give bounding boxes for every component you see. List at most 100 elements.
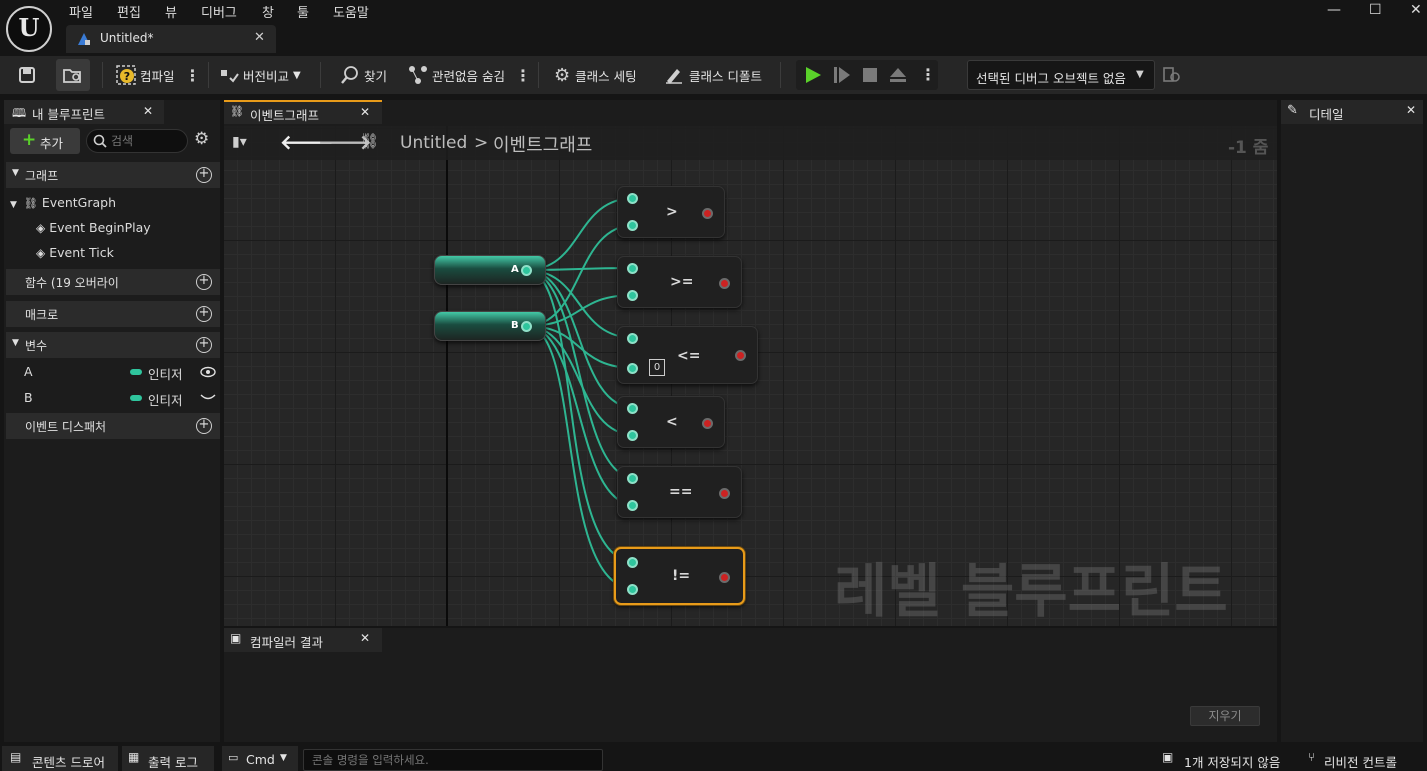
variable-row-a[interactable]: A 인티저	[24, 364, 220, 382]
variable-row-b[interactable]: B 인티저	[24, 390, 220, 408]
variable-node-b[interactable]: B	[434, 311, 546, 341]
not-equal-node[interactable]: !=	[614, 547, 745, 605]
add-macro-icon[interactable]: +	[196, 306, 212, 322]
close-icon[interactable]: ✕	[143, 104, 153, 118]
output-pin[interactable]	[719, 488, 730, 499]
add-dispatcher-icon[interactable]: +	[196, 418, 212, 434]
input-pin[interactable]	[627, 557, 638, 568]
macros-section-header[interactable]: 매크로 +	[6, 301, 220, 327]
input-pin[interactable]	[627, 403, 638, 414]
functions-section-header[interactable]: 함수 (19 오버라이 +	[6, 269, 220, 295]
class-defaults-button[interactable]: 클래스 디폴트	[664, 56, 762, 94]
menu-debug[interactable]: 디버그	[201, 2, 237, 21]
event-graph-item[interactable]: ▼ ⛓ EventGraph	[10, 195, 116, 210]
stop-icon[interactable]	[862, 67, 878, 83]
document-tab[interactable]: Untitled* ✕	[66, 25, 276, 53]
unsaved-indicator[interactable]: ▣ 1개 저장되지 않음	[1160, 746, 1290, 771]
compile-options-icon[interactable]: ⋮	[185, 66, 201, 85]
console-input[interactable]	[303, 749, 603, 771]
compiler-results-tab[interactable]: ▣ 컴파일러 결과 ✕	[224, 628, 382, 652]
menu-file[interactable]: 파일	[69, 2, 93, 21]
dispatchers-section-header[interactable]: 이벤트 디스패처 +	[6, 413, 220, 439]
my-blueprint-tab[interactable]: 🕮 내 블루프린트 ✕	[4, 100, 164, 124]
menu-view[interactable]: 뷰	[165, 2, 177, 21]
close-icon[interactable]: ✕	[1406, 103, 1416, 117]
add-graph-icon[interactable]: +	[196, 167, 212, 183]
event-tick-item[interactable]: ◈ Event Tick	[36, 245, 114, 260]
add-function-icon[interactable]: +	[196, 274, 212, 290]
add-variable-icon[interactable]: +	[196, 337, 212, 353]
output-pin[interactable]	[719, 278, 730, 289]
content-drawer-button[interactable]: ▤ 콘텐츠 드로어	[2, 746, 118, 771]
output-pin[interactable]	[702, 418, 713, 429]
step-icon[interactable]	[833, 66, 851, 84]
bookmark-icon[interactable]: ▮▾	[232, 134, 247, 150]
menu-tools[interactable]: 툴	[297, 2, 309, 21]
equal-node[interactable]: ==	[617, 466, 742, 518]
clear-button[interactable]: 지우기	[1190, 706, 1260, 726]
input-pin[interactable]	[627, 333, 638, 344]
event-graph-tab[interactable]: ⛓ 이벤트그래프 ✕	[224, 100, 382, 124]
input-pin[interactable]	[627, 263, 638, 274]
input-pin[interactable]	[627, 584, 638, 595]
output-log-button[interactable]: ▦ 출력 로그	[122, 746, 214, 771]
input-pin[interactable]	[627, 500, 638, 511]
class-settings-button[interactable]: ⚙ 클래스 세팅	[554, 56, 637, 94]
breadcrumb-root[interactable]: Untitled	[400, 133, 467, 153]
input-pin[interactable]	[627, 473, 638, 484]
less-node[interactable]: <	[617, 396, 725, 448]
output-pin[interactable]	[702, 208, 713, 219]
unreal-logo-icon[interactable]: U	[6, 6, 52, 52]
output-pin[interactable]	[521, 265, 532, 276]
input-pin[interactable]	[627, 193, 638, 204]
close-icon[interactable]: ✕	[254, 30, 265, 45]
cmd-select[interactable]: ▭ Cmd ▼	[222, 746, 298, 771]
menu-edit[interactable]: 편집	[117, 2, 141, 21]
play-icon[interactable]	[804, 66, 822, 84]
variable-node-a[interactable]: A	[434, 255, 546, 285]
greater-equal-node[interactable]: >=	[617, 256, 742, 308]
greater-node[interactable]: >	[617, 186, 725, 238]
graph-canvas[interactable]: A B > >= 0 <= < == != 레벨 블루프린트	[224, 126, 1277, 626]
event-beginplay-item[interactable]: ◈ Event BeginPlay	[36, 220, 151, 235]
default-value-box[interactable]: 0	[649, 359, 665, 376]
find-button[interactable]: 찾기	[340, 56, 387, 94]
search-field[interactable]	[86, 129, 188, 153]
variable-name: B	[24, 390, 33, 405]
output-pin[interactable]	[735, 350, 746, 361]
maximize-icon[interactable]: ☐	[1369, 2, 1382, 18]
close-window-icon[interactable]: ✕	[1410, 2, 1422, 18]
add-button[interactable]: + 추가	[10, 128, 80, 154]
save-button[interactable]	[18, 56, 36, 94]
menu-help[interactable]: 도움말	[333, 2, 369, 21]
menu-window[interactable]: 창	[262, 2, 274, 21]
revision-control-button[interactable]: ⑂ 리비전 컨트롤	[1306, 746, 1427, 771]
minimize-icon[interactable]: —	[1327, 2, 1341, 18]
browse-button[interactable]	[56, 59, 90, 91]
play-options-icon[interactable]: ⋮	[920, 65, 936, 84]
eye-closed-icon[interactable]	[200, 392, 216, 404]
graphs-section-header[interactable]: ▼ 그래프 +	[6, 162, 220, 188]
title-bar: U 파일 편집 뷰 디버그 창 툴 도움말 Untitled* ✕ — ☐ ✕	[0, 0, 1427, 56]
input-pin[interactable]	[627, 430, 638, 441]
compile-button[interactable]: ? 컴파일 ⋮	[116, 56, 201, 94]
input-pin[interactable]	[627, 290, 638, 301]
close-icon[interactable]: ✕	[360, 631, 370, 645]
less-equal-node[interactable]: 0 <=	[617, 326, 758, 384]
input-pin[interactable]	[627, 363, 638, 374]
diff-button[interactable]: 버전비교 ▼	[220, 56, 301, 94]
eject-icon[interactable]	[889, 66, 907, 84]
eye-open-icon[interactable]	[200, 366, 216, 378]
output-pin[interactable]	[719, 572, 730, 583]
variables-section-header[interactable]: ▼ 변수 +	[6, 332, 220, 358]
hide-unrelated-button[interactable]: 관련없음 숨김 ⋮	[408, 56, 531, 94]
details-tab[interactable]: ✎ 디테일 ✕	[1281, 100, 1423, 124]
debug-filter-icon[interactable]	[1163, 66, 1181, 84]
output-pin[interactable]	[521, 321, 532, 332]
debug-object-select[interactable]: 선택된 디버그 오브젝트 없음 ▼	[967, 60, 1155, 90]
search-input[interactable]	[111, 132, 183, 150]
settings-gear-icon[interactable]: ⚙	[194, 129, 209, 149]
input-pin[interactable]	[627, 220, 638, 231]
more-options-icon[interactable]: ⋮	[515, 66, 531, 85]
close-icon[interactable]: ✕	[360, 105, 370, 119]
